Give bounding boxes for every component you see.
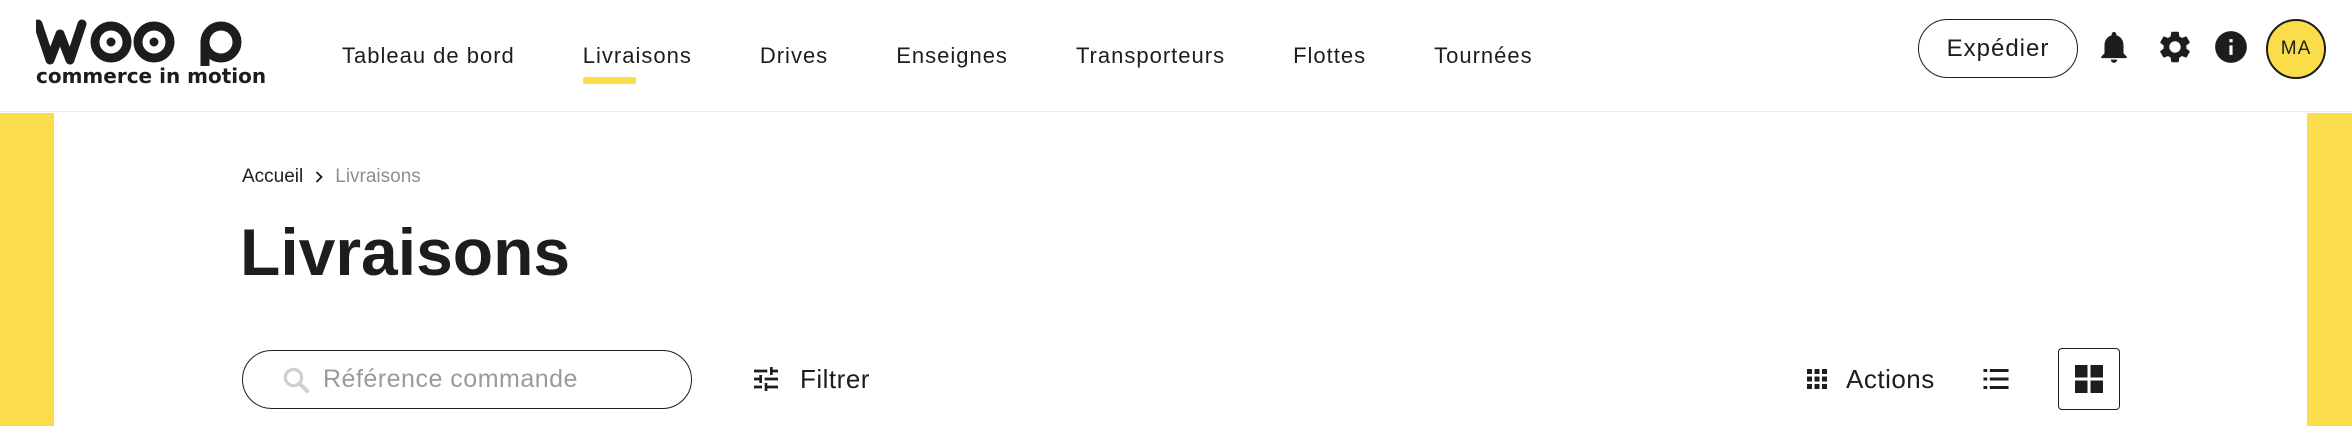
bell-icon[interactable] [2095, 28, 2133, 66]
actions-button[interactable]: Actions [1806, 358, 1935, 400]
nav-item-livraisons[interactable]: Livraisons [582, 0, 692, 112]
nav-item-enseignes[interactable]: Enseignes [896, 0, 1008, 112]
grid-view-toggle[interactable] [2058, 348, 2120, 410]
right-accent-band [2307, 113, 2352, 426]
info-icon[interactable] [2212, 28, 2250, 66]
woop-wordmark [33, 19, 242, 66]
nav-item-transporteurs[interactable]: Transporteurs [1076, 0, 1225, 112]
chevron-right-icon [316, 171, 324, 183]
nav-item-tableau-de-bord[interactable]: Tableau de bord [342, 0, 515, 112]
grid-icon [2075, 365, 2103, 393]
filter-label: Filtrer [800, 363, 870, 394]
top-header: commerce in motion Tableau de bord Livra… [0, 0, 2352, 112]
sliders-icon [754, 367, 778, 391]
search-field[interactable] [242, 350, 692, 409]
search-input[interactable] [323, 365, 663, 394]
list-view-toggle[interactable] [1981, 364, 2011, 394]
nav-item-tournees[interactable]: Tournées [1434, 0, 1533, 112]
left-accent-band [0, 113, 54, 426]
nav-item-drives[interactable]: Drives [760, 0, 828, 112]
search-icon [283, 367, 310, 393]
woop-logo[interactable]: commerce in motion [33, 18, 266, 88]
list-icon [1983, 369, 2009, 389]
expedier-button[interactable]: Expédier [1918, 19, 2078, 78]
apps-grid-icon [1807, 369, 1827, 389]
actions-label: Actions [1846, 363, 1935, 394]
breadcrumb-current: Livraisons [335, 166, 421, 187]
filter-button[interactable]: Filtrer [750, 358, 870, 400]
breadcrumb: Accueil Livraisons [242, 166, 421, 188]
logo-tagline: commerce in motion [36, 64, 267, 88]
gear-icon[interactable] [2156, 28, 2194, 66]
breadcrumb-home-link[interactable]: Accueil [242, 166, 303, 188]
page-title: Livraisons [240, 215, 571, 289]
main-nav: Tableau de bord Livraisons Drives Enseig… [342, 0, 1601, 112]
user-avatar[interactable]: MA [2266, 19, 2326, 79]
nav-item-flottes[interactable]: Flottes [1293, 0, 1366, 112]
